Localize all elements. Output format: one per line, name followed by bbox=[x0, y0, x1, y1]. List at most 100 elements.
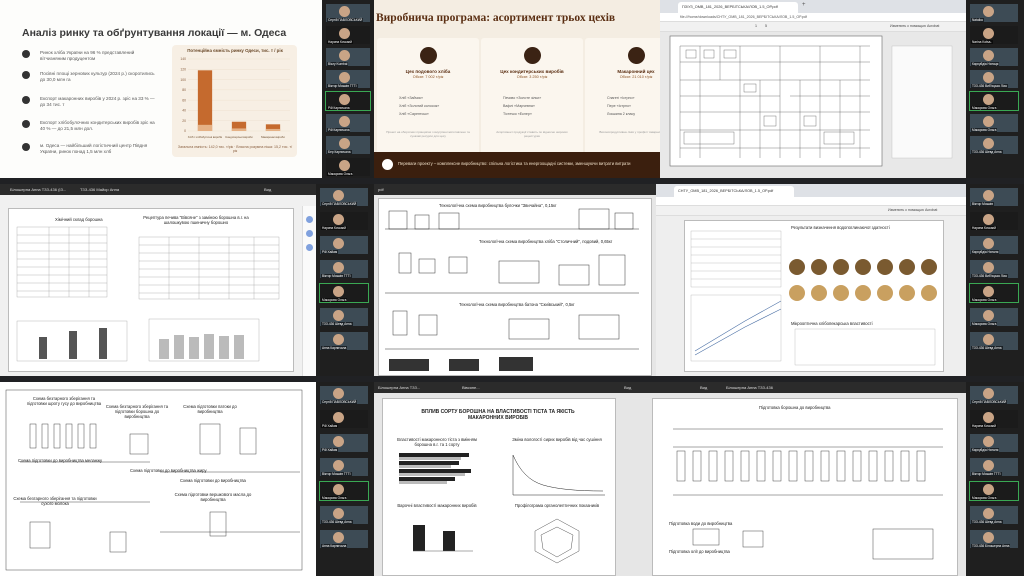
avatar bbox=[333, 334, 344, 345]
participant-name: Рій Карпичала bbox=[327, 128, 351, 132]
participant-tile[interactable]: Бер Карпичала bbox=[326, 136, 370, 154]
participant-tile[interactable]: ТЗЗ-436 Білошерна Анна bbox=[970, 530, 1018, 548]
participant-tile[interactable]: Макарова Ольга bbox=[969, 481, 1019, 501]
address-bar[interactable] bbox=[656, 197, 966, 206]
tab-label[interactable]: pdf bbox=[378, 187, 384, 192]
avatar bbox=[983, 138, 994, 149]
tab-label[interactable]: Білошерна Анна ТЗЗ... bbox=[378, 385, 420, 390]
participant-tile[interactable]: Сергій ПАВЛОВСЬКИЙ bbox=[970, 386, 1018, 404]
participant-tile[interactable]: Анна Карпичала bbox=[320, 332, 368, 350]
participant-tile[interactable]: Макарова Ольга bbox=[969, 283, 1019, 303]
view-menu[interactable]: Вид bbox=[700, 385, 707, 390]
participant-tile[interactable]: Сергій ПАВЛОВСЬКИЙ bbox=[326, 4, 370, 22]
participant-name: Макарова Ольга bbox=[971, 128, 998, 132]
card-volume: Обсяг: 7 002 т/рік bbox=[412, 75, 444, 79]
tab-label[interactable]: Білошерна Анна ТЗЗ-436 bbox=[726, 385, 773, 390]
participant-tile[interactable]: Анна Карпичала bbox=[320, 530, 368, 548]
participant-tile[interactable]: Макарова Ольга bbox=[970, 308, 1018, 326]
tool-icon[interactable] bbox=[306, 230, 313, 237]
pdf-viewer-research-results[interactable]: СНТУ_ОМВ_181_2026_ВЕРБІТСЬКА/ЛОВ_1.5_ОР.… bbox=[656, 184, 966, 376]
participant-tile[interactable]: Сергій ПАВЛОВСЬКИЙ bbox=[320, 188, 368, 206]
participant-tile[interactable]: Кархуйдіа Натаця bbox=[970, 48, 1018, 66]
participant-name: Рій Хайам bbox=[321, 250, 339, 254]
participant-tile[interactable]: Макарова Ольга bbox=[319, 283, 369, 303]
participant-tile[interactable]: Рій Хайам bbox=[320, 236, 368, 254]
acrobat-edit-button[interactable]: Изменить с помощью Acrobat bbox=[890, 24, 939, 28]
participant-tile[interactable]: Нарина Кочкаєй bbox=[326, 26, 370, 44]
participant-tile[interactable]: ТЗЗ-436 Шевд Анна bbox=[970, 506, 1018, 524]
participant-tile[interactable]: Natalka bbox=[970, 4, 1018, 22]
pdf-viewer-pasta-quality[interactable]: Білошерна Анна ТЗЗ... Вівсяне... Вид ВПЛ… bbox=[374, 382, 646, 576]
tab-label[interactable]: Вівсяне... bbox=[462, 385, 480, 390]
pdf-viewer-recipe-tables[interactable]: Білошерна Анна ТЗЗ-436 (ІЗ... ТЗЗ-436 Ма… bbox=[0, 184, 316, 376]
x-tick-label: Кондитерські вироби bbox=[225, 135, 253, 139]
new-tab-icon[interactable]: + bbox=[802, 2, 806, 8]
participant-name: ТЗЗ-436 Шевд Анна bbox=[321, 520, 353, 524]
participant-tile[interactable]: Нарина Кочкаєй bbox=[320, 212, 368, 230]
participant-tile[interactable]: Віктор Мошків TTTI bbox=[320, 458, 368, 476]
participant-tile[interactable]: Narina Kotsa.. bbox=[970, 26, 1018, 44]
participant-name: Анна Карпичала bbox=[321, 544, 348, 548]
participant-name: Сергій ПАВЛОВСЬКИЙ bbox=[321, 400, 358, 404]
browser-tab[interactable]: СНТУ_ОМВ_181_2026_ВЕРБІТСЬКА/ЛОВ_1.5_ОР.… bbox=[674, 186, 794, 197]
participant-tile[interactable]: Віктор Мошків TTTI bbox=[326, 70, 370, 88]
document-page: Хімічний склад борошна Рецептура печива … bbox=[8, 208, 294, 372]
participant-tile[interactable]: Рій Карпичала bbox=[326, 114, 370, 132]
dollar-icon bbox=[22, 96, 30, 104]
avatar bbox=[333, 262, 344, 273]
participant-tile[interactable]: Макарова Ольга bbox=[969, 91, 1019, 111]
participant-name: ТЗЗ-436 Шевд Анна bbox=[971, 520, 1003, 524]
participant-tile[interactable]: Нарина Кочкаєй bbox=[970, 410, 1018, 428]
page-number[interactable]: 1 bbox=[755, 24, 757, 28]
participant-tile[interactable]: Кархуйдіа Наталя bbox=[970, 236, 1018, 254]
participant-tile[interactable]: Макарова Ольга bbox=[319, 481, 369, 501]
participant-tile[interactable]: ТЗЗ-436 Виб'яцька Ліза bbox=[970, 260, 1018, 278]
participant-tile[interactable]: Макарова Ольга bbox=[326, 158, 370, 176]
participant-tile[interactable]: Кархуйдіа Наталя bbox=[970, 434, 1018, 452]
participant-tile[interactable]: Рій Хайам bbox=[320, 434, 368, 452]
participant-name: Рій Хайам bbox=[321, 424, 339, 428]
scheme-label: Схема підготовки патоки до виробництва bbox=[183, 404, 237, 414]
participant-tile[interactable]: Віктор Мошків TTTI bbox=[320, 260, 368, 278]
participant-tile[interactable]: ТЗЗ-436 Шевд Анна bbox=[970, 136, 1018, 154]
y-tick-label: 100 bbox=[180, 78, 186, 82]
tool-icon[interactable] bbox=[306, 244, 313, 251]
tab-label[interactable]: Білошерна Анна ТЗЗ-436 (ІЗ... bbox=[10, 187, 66, 192]
slide-title: Виробнича програма: асортимент трьох цех… bbox=[376, 12, 616, 24]
url-text: file:///home/downloads/СНТУ_ОМВ_181_2026… bbox=[680, 15, 807, 19]
pdf-viewer-preparation-schemes[interactable]: Схема безтарного зберігання та підготовк… bbox=[0, 382, 316, 576]
participant-tile[interactable]: Віктор Мошків bbox=[970, 188, 1018, 206]
card-item: Тістечко «Еклер» bbox=[503, 112, 532, 116]
tab-label[interactable]: ТЗЗ-436 Майор Анна bbox=[80, 187, 119, 192]
participant-name: ТЗЗ-436 Шевд Анна bbox=[971, 346, 1003, 350]
pdf-toolbar: 1 5 Изменить с помощью Acrobat bbox=[660, 22, 966, 32]
view-menu[interactable]: Вид bbox=[264, 187, 271, 192]
tool-icon[interactable] bbox=[306, 216, 313, 223]
avatar bbox=[983, 334, 994, 345]
participant-tile[interactable]: Рій Карпичала bbox=[325, 91, 371, 111]
pdf-viewer-flour-preparation[interactable]: Білошерна Анна ТЗЗ-436 Вид Підготовка бо… bbox=[646, 382, 966, 576]
address-bar[interactable]: file:///home/downloads/СНТУ_ОМВ_181_2026… bbox=[660, 13, 966, 22]
participant-tile[interactable]: Віктор Мошків TTTI bbox=[970, 458, 1018, 476]
pdf-viewer-floor-plan[interactable]: ПЗ/УЗ_ОМВ_181_2026_ВЕРБІТСЬКА/ЛОВ_1.5_ОР… bbox=[660, 0, 966, 178]
participant-tile[interactable]: Рій Хайам bbox=[320, 410, 368, 428]
participant-tile[interactable]: ТЗЗ-436 Шевд Анна bbox=[970, 332, 1018, 350]
avatar bbox=[333, 460, 344, 471]
slide-market-analysis[interactable]: Аналіз ринку та обґрунтування локації — … bbox=[0, 0, 322, 178]
participant-tile[interactable]: ТЗЗ-436 Виб'яцька Ліза bbox=[970, 70, 1018, 88]
participant-tile[interactable]: Макарова Ольга bbox=[970, 114, 1018, 132]
avatar bbox=[983, 116, 994, 127]
scheme-label: Схема безтарного зберігання та підготовк… bbox=[26, 396, 102, 406]
participant-tile[interactable]: ТЗЗ-436 Шевд Анна bbox=[320, 506, 368, 524]
acrobat-edit-button[interactable]: Изменить с помощью Acrobat bbox=[888, 208, 937, 212]
participant-tile[interactable]: ТЗЗ-436 Шевд Анна bbox=[320, 308, 368, 326]
browser-tab[interactable]: ПЗ/УЗ_ОМВ_181_2026_ВЕРБІТСЬКА/ЛОВ_1.5_ОР… bbox=[678, 2, 798, 13]
participant-tile[interactable]: Bizzy Kumbal bbox=[326, 48, 370, 66]
participant-name: Макарова Ольга bbox=[971, 496, 998, 500]
participant-tile[interactable]: Сергій ПАВЛОВСЬКИЙ bbox=[320, 386, 368, 404]
avatar bbox=[983, 508, 994, 519]
pdf-viewer-tech-schemes[interactable]: pdf Технологічна схема виробництва булоч… bbox=[374, 184, 656, 376]
avatar bbox=[983, 28, 994, 39]
participant-tile[interactable]: Нарина Кочкаєй bbox=[970, 212, 1018, 230]
view-menu[interactable]: Вид bbox=[624, 385, 631, 390]
